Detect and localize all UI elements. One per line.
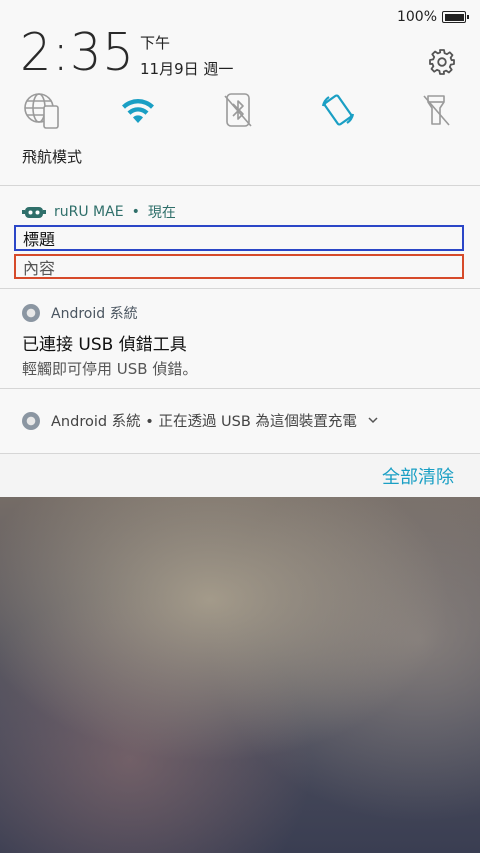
- status-bar: 100%: [396, 7, 469, 27]
- notification-title[interactable]: 標題: [14, 225, 464, 251]
- notification-app-name: Android 系統: [51, 414, 141, 430]
- clock-ampm: 下午: [140, 34, 171, 52]
- wifi-icon[interactable]: [118, 90, 158, 130]
- usb-charging-notification[interactable]: Android 系統 • 正在透過 USB 為這個裝置充電: [22, 410, 378, 431]
- auto-rotate-icon[interactable]: [318, 90, 358, 130]
- notification-header: ruRU MAE • 現在: [22, 202, 176, 222]
- usb-debug-text[interactable]: 輕觸即可停用 USB 偵錯。: [22, 358, 197, 379]
- battery-icon: [442, 11, 469, 23]
- notification-summary: 正在透過 USB 為這個裝置充電: [158, 414, 357, 430]
- clock-date[interactable]: 11月9日 週一: [140, 58, 233, 79]
- bluetooth-off-icon[interactable]: [218, 90, 258, 130]
- clear-all-button[interactable]: 全部清除: [382, 463, 454, 489]
- divider: [0, 288, 480, 289]
- robot-app-icon: [22, 207, 46, 218]
- divider: [0, 185, 480, 186]
- usb-debug-title[interactable]: 已連接 USB 偵錯工具: [22, 330, 187, 355]
- notification-app-name: ruRU MAE: [54, 204, 124, 220]
- notification-app-name: Android 系統: [51, 306, 138, 322]
- gear-icon[interactable]: [428, 48, 456, 76]
- battery-percent: 100%: [396, 9, 437, 25]
- chevron-down-icon[interactable]: [368, 417, 378, 424]
- notification-time: 現在: [147, 205, 176, 221]
- android-system-icon: [22, 304, 40, 322]
- quick-settings-row: [0, 90, 480, 130]
- divider: [0, 388, 480, 389]
- quick-setting-label: 飛航模式: [22, 148, 83, 166]
- separator-dot: •: [131, 204, 140, 220]
- separator-dot: •: [145, 414, 154, 430]
- divider: [0, 453, 480, 454]
- notification-content[interactable]: 內容: [14, 254, 464, 279]
- flashlight-off-icon[interactable]: [416, 90, 456, 130]
- globe-phone-icon[interactable]: [22, 90, 62, 130]
- clock-time[interactable]: 2:35: [20, 23, 135, 83]
- notification-header: Android 系統: [22, 303, 138, 323]
- android-system-icon: [22, 411, 40, 430]
